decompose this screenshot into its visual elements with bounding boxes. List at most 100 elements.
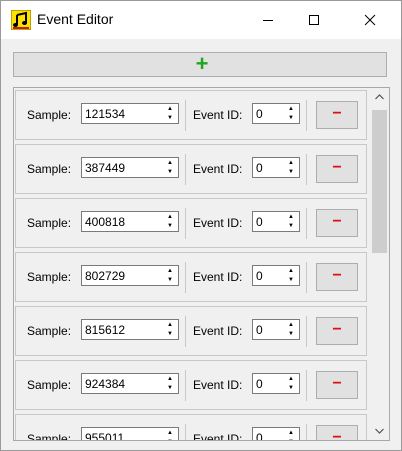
event-id-label: Event ID: [193,324,243,338]
sample-spinbox[interactable]: 802729 ▲ ▼ [81,265,179,286]
spin-down-icon[interactable]: ▼ [284,438,298,440]
event-id-spinbox[interactable]: 0 ▲ ▼ [252,211,300,232]
remove-event-button[interactable]: − [316,101,358,129]
event-id-value[interactable]: 0 [256,269,263,283]
sample-value[interactable]: 924384 [85,377,125,391]
divider [185,262,186,293]
spin-up-icon[interactable]: ▲ [284,375,298,384]
remove-event-button[interactable]: − [316,209,358,237]
remove-event-button[interactable]: − [316,317,358,345]
divider [185,154,186,185]
sample-label: Sample: [27,216,72,230]
sample-spin-arrows: ▲ ▼ [163,213,177,230]
spin-up-icon[interactable]: ▲ [284,429,298,438]
spin-up-icon[interactable]: ▲ [284,213,298,222]
sample-label: Sample: [27,108,72,122]
spin-up-icon[interactable]: ▲ [284,321,298,330]
sample-value[interactable]: 121534 [85,107,125,121]
sample-spinbox[interactable]: 924384 ▲ ▼ [81,373,179,394]
spin-down-icon[interactable]: ▼ [163,438,177,440]
event-id-spin-arrows: ▲ ▼ [284,159,298,176]
scroll-up-button[interactable] [370,88,389,106]
spin-down-icon[interactable]: ▼ [163,330,177,339]
event-id-spinbox[interactable]: 0 ▲ ▼ [252,373,300,394]
spin-down-icon[interactable]: ▼ [163,114,177,123]
sample-spinbox[interactable]: 955011 ▲ ▼ [81,427,179,440]
event-id-spinbox[interactable]: 0 ▲ ▼ [252,265,300,286]
spin-up-icon[interactable]: ▲ [163,267,177,276]
remove-event-button[interactable]: − [316,263,358,291]
sample-label: Sample: [27,432,72,441]
event-id-value[interactable]: 0 [256,323,263,337]
sample-value[interactable]: 802729 [85,269,125,283]
event-id-value[interactable]: 0 [256,161,263,175]
sample-value[interactable]: 955011 [85,431,124,440]
chevron-up-icon [375,94,384,100]
add-event-button[interactable]: + [13,52,387,77]
sample-spinbox[interactable]: 121534 ▲ ▼ [81,103,179,124]
spin-down-icon[interactable]: ▼ [284,276,298,285]
divider [306,154,307,185]
minus-icon: − [332,213,342,230]
event-id-spin-arrows: ▲ ▼ [284,375,298,392]
sample-value[interactable]: 387449 [85,161,125,175]
spin-up-icon[interactable]: ▲ [163,213,177,222]
event-row: Sample: 387449 ▲ ▼ Event ID: 0 ▲ ▼ − [15,144,367,194]
minus-icon: − [332,267,342,284]
spin-up-icon[interactable]: ▲ [163,429,177,438]
event-id-value[interactable]: 0 [256,431,263,440]
spin-up-icon[interactable]: ▲ [163,321,177,330]
spin-down-icon[interactable]: ▼ [163,276,177,285]
spin-down-icon[interactable]: ▼ [163,168,177,177]
remove-event-button[interactable]: − [316,425,358,440]
scroll-thumb[interactable] [372,110,387,253]
vertical-scrollbar[interactable] [370,88,389,440]
sample-value[interactable]: 815612 [85,323,125,337]
music-note-icon [11,10,31,30]
divider [185,208,186,239]
sample-spinbox[interactable]: 400818 ▲ ▼ [81,211,179,232]
window-title: Event Editor [37,11,114,27]
spin-down-icon[interactable]: ▼ [284,330,298,339]
spin-up-icon[interactable]: ▲ [163,105,177,114]
event-id-spinbox[interactable]: 0 ▲ ▼ [252,157,300,178]
sample-spinbox[interactable]: 387449 ▲ ▼ [81,157,179,178]
spin-up-icon[interactable]: ▲ [163,375,177,384]
event-id-label: Event ID: [193,108,243,122]
title-bar[interactable]: Event Editor [1,1,401,39]
sample-spinbox[interactable]: 815612 ▲ ▼ [81,319,179,340]
spin-down-icon[interactable]: ▼ [284,114,298,123]
plus-icon: + [195,51,209,76]
spin-up-icon[interactable]: ▲ [284,159,298,168]
divider [306,208,307,239]
event-id-spinbox[interactable]: 0 ▲ ▼ [252,427,300,440]
spin-down-icon[interactable]: ▼ [163,222,177,231]
event-id-value[interactable]: 0 [256,215,263,229]
event-id-value[interactable]: 0 [256,107,263,121]
sample-value[interactable]: 400818 [85,215,125,229]
spin-down-icon[interactable]: ▼ [284,384,298,393]
event-rows: Sample: 121534 ▲ ▼ Event ID: 0 ▲ ▼ − Sam… [14,88,370,441]
spin-down-icon[interactable]: ▼ [284,168,298,177]
spin-up-icon[interactable]: ▲ [284,105,298,114]
divider [185,100,186,131]
remove-event-button[interactable]: − [316,155,358,183]
divider [306,370,307,401]
close-button[interactable] [347,1,393,39]
event-id-spinbox[interactable]: 0 ▲ ▼ [252,103,300,124]
spin-down-icon[interactable]: ▼ [284,222,298,231]
event-id-spinbox[interactable]: 0 ▲ ▼ [252,319,300,340]
event-list[interactable]: Sample: 121534 ▲ ▼ Event ID: 0 ▲ ▼ − Sam… [13,87,390,441]
event-row: Sample: 400818 ▲ ▼ Event ID: 0 ▲ ▼ − [15,198,367,248]
event-id-spin-arrows: ▲ ▼ [284,321,298,338]
divider [185,370,186,401]
event-id-value[interactable]: 0 [256,377,263,391]
maximize-button[interactable] [291,1,337,39]
scroll-down-button[interactable] [370,422,389,440]
spin-up-icon[interactable]: ▲ [163,159,177,168]
spin-down-icon[interactable]: ▼ [163,384,177,393]
event-row: Sample: 815612 ▲ ▼ Event ID: 0 ▲ ▼ − [15,306,367,356]
spin-up-icon[interactable]: ▲ [284,267,298,276]
minimize-button[interactable] [245,1,291,39]
remove-event-button[interactable]: − [316,371,358,399]
